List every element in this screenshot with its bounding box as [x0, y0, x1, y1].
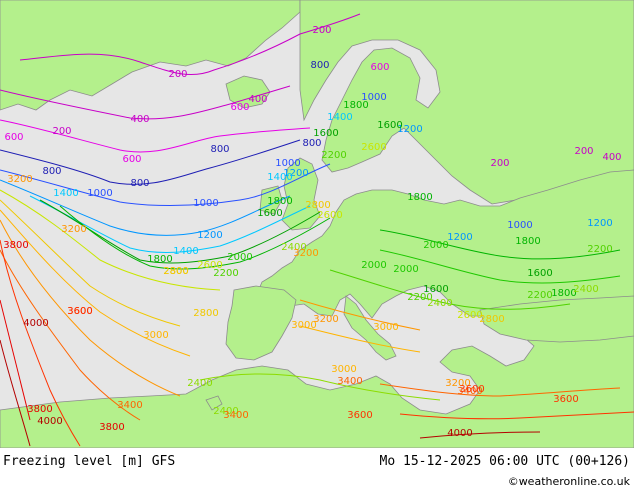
contour-label-400: 400	[248, 94, 267, 105]
contour-label-2400: 2400	[187, 378, 212, 389]
contour-label-4000: 4000	[447, 428, 472, 439]
contour-label-2600: 2600	[361, 142, 386, 153]
contour-label-200: 200	[490, 158, 509, 169]
contour-label-800: 800	[210, 144, 229, 155]
contour-label-600: 600	[122, 154, 141, 165]
contour-label-1600: 1600	[527, 268, 552, 279]
contour-label-1400: 1400	[53, 188, 78, 199]
contour-label-2400: 2400	[427, 298, 452, 309]
contour-label-2600: 2600	[317, 210, 342, 221]
contour-label-1200: 1200	[587, 218, 612, 229]
contour-label-2000: 2000	[393, 264, 418, 275]
contour-label-3200: 3200	[61, 224, 86, 235]
contour-label-2600: 2600	[197, 260, 222, 271]
contour-label-3000: 3000	[331, 364, 356, 375]
contour-label-2200: 2200	[527, 290, 552, 301]
contour-label-800: 800	[130, 178, 149, 189]
contour-label-1800: 1800	[515, 236, 540, 247]
contour-label-3200: 3200	[313, 314, 338, 325]
contour-label-800: 800	[42, 166, 61, 177]
contour-label-2000: 2000	[423, 240, 448, 251]
contour-label-1600: 1600	[313, 128, 338, 139]
contour-label-3000: 3000	[373, 322, 398, 333]
contour-label-1800: 1800	[267, 196, 292, 207]
contour-label-800: 800	[310, 60, 329, 71]
credit-link[interactable]: ©weatheronline.co.uk	[508, 475, 630, 488]
valid-time: Mo 15-12-2025 06:00 UTC (00+126)	[379, 454, 630, 469]
contour-label-200: 200	[168, 69, 187, 80]
contour-label-1400: 1400	[173, 246, 198, 257]
contour-label-3800: 3800	[3, 240, 28, 251]
contour-label-1600: 1600	[257, 208, 282, 219]
contour-label-200: 200	[52, 126, 71, 137]
contour-label-600: 600	[4, 132, 23, 143]
contour-label-1200: 1200	[447, 232, 472, 243]
contour-label-2400: 2400	[573, 284, 598, 295]
contour-label-400: 400	[602, 152, 621, 163]
contour-label-1000: 1000	[193, 198, 218, 209]
contour-label-3400: 3400	[223, 410, 248, 421]
contour-label-1000: 1000	[87, 188, 112, 199]
contour-label-2000: 2000	[361, 260, 386, 271]
contour-label-3200: 3200	[293, 248, 318, 259]
contour-label-1000: 1000	[507, 220, 532, 231]
freezing-level-map: 2002002002002004004004006006006006008008…	[0, 0, 634, 448]
contour-label-3000: 3000	[143, 330, 168, 341]
contour-label-1800: 1800	[147, 254, 172, 265]
contour-label-3400: 3400	[337, 376, 362, 387]
contour-label-1400: 1400	[267, 172, 292, 183]
contour-label-2200: 2200	[587, 244, 612, 255]
contour-label-1200: 1200	[197, 230, 222, 241]
contour-label-3800: 3800	[27, 404, 52, 415]
contour-label-200: 200	[312, 25, 331, 36]
contour-label-4000: 4000	[23, 318, 48, 329]
contour-label-800: 800	[302, 138, 321, 149]
contour-label-3600: 3600	[67, 306, 92, 317]
contour-label-200: 200	[574, 146, 593, 157]
contour-label-3400: 3400	[117, 400, 142, 411]
contour-label-3200: 3200	[7, 174, 32, 185]
map-title: Freezing level [m] GFS	[3, 454, 176, 469]
contour-label-3600: 3600	[347, 410, 372, 421]
contour-label-2800: 2800	[163, 266, 188, 277]
contour-label-2000: 2000	[227, 252, 252, 263]
contour-label-400: 400	[130, 114, 149, 125]
contour-label-2800: 2800	[193, 308, 218, 319]
contour-label-3600: 3600	[553, 394, 578, 405]
contour-label-600: 600	[230, 102, 249, 113]
contour-label-600: 600	[370, 62, 389, 73]
contour-label-2800: 2800	[305, 200, 330, 211]
contour-label-3800: 3800	[99, 422, 124, 433]
contour-label-1400: 1400	[327, 112, 352, 123]
contour-label-2200: 2200	[321, 150, 346, 161]
contour-label-3600: 3600	[459, 384, 484, 395]
contour-label-1600: 1600	[377, 120, 402, 131]
contour-label-2800: 2800	[479, 314, 504, 325]
contour-label-1800: 1800	[407, 192, 432, 203]
contour-label-4000: 4000	[37, 416, 62, 427]
contour-label-1800: 1800	[343, 100, 368, 111]
map-footer: Freezing level [m] GFS Mo 15-12-2025 06:…	[0, 448, 634, 490]
